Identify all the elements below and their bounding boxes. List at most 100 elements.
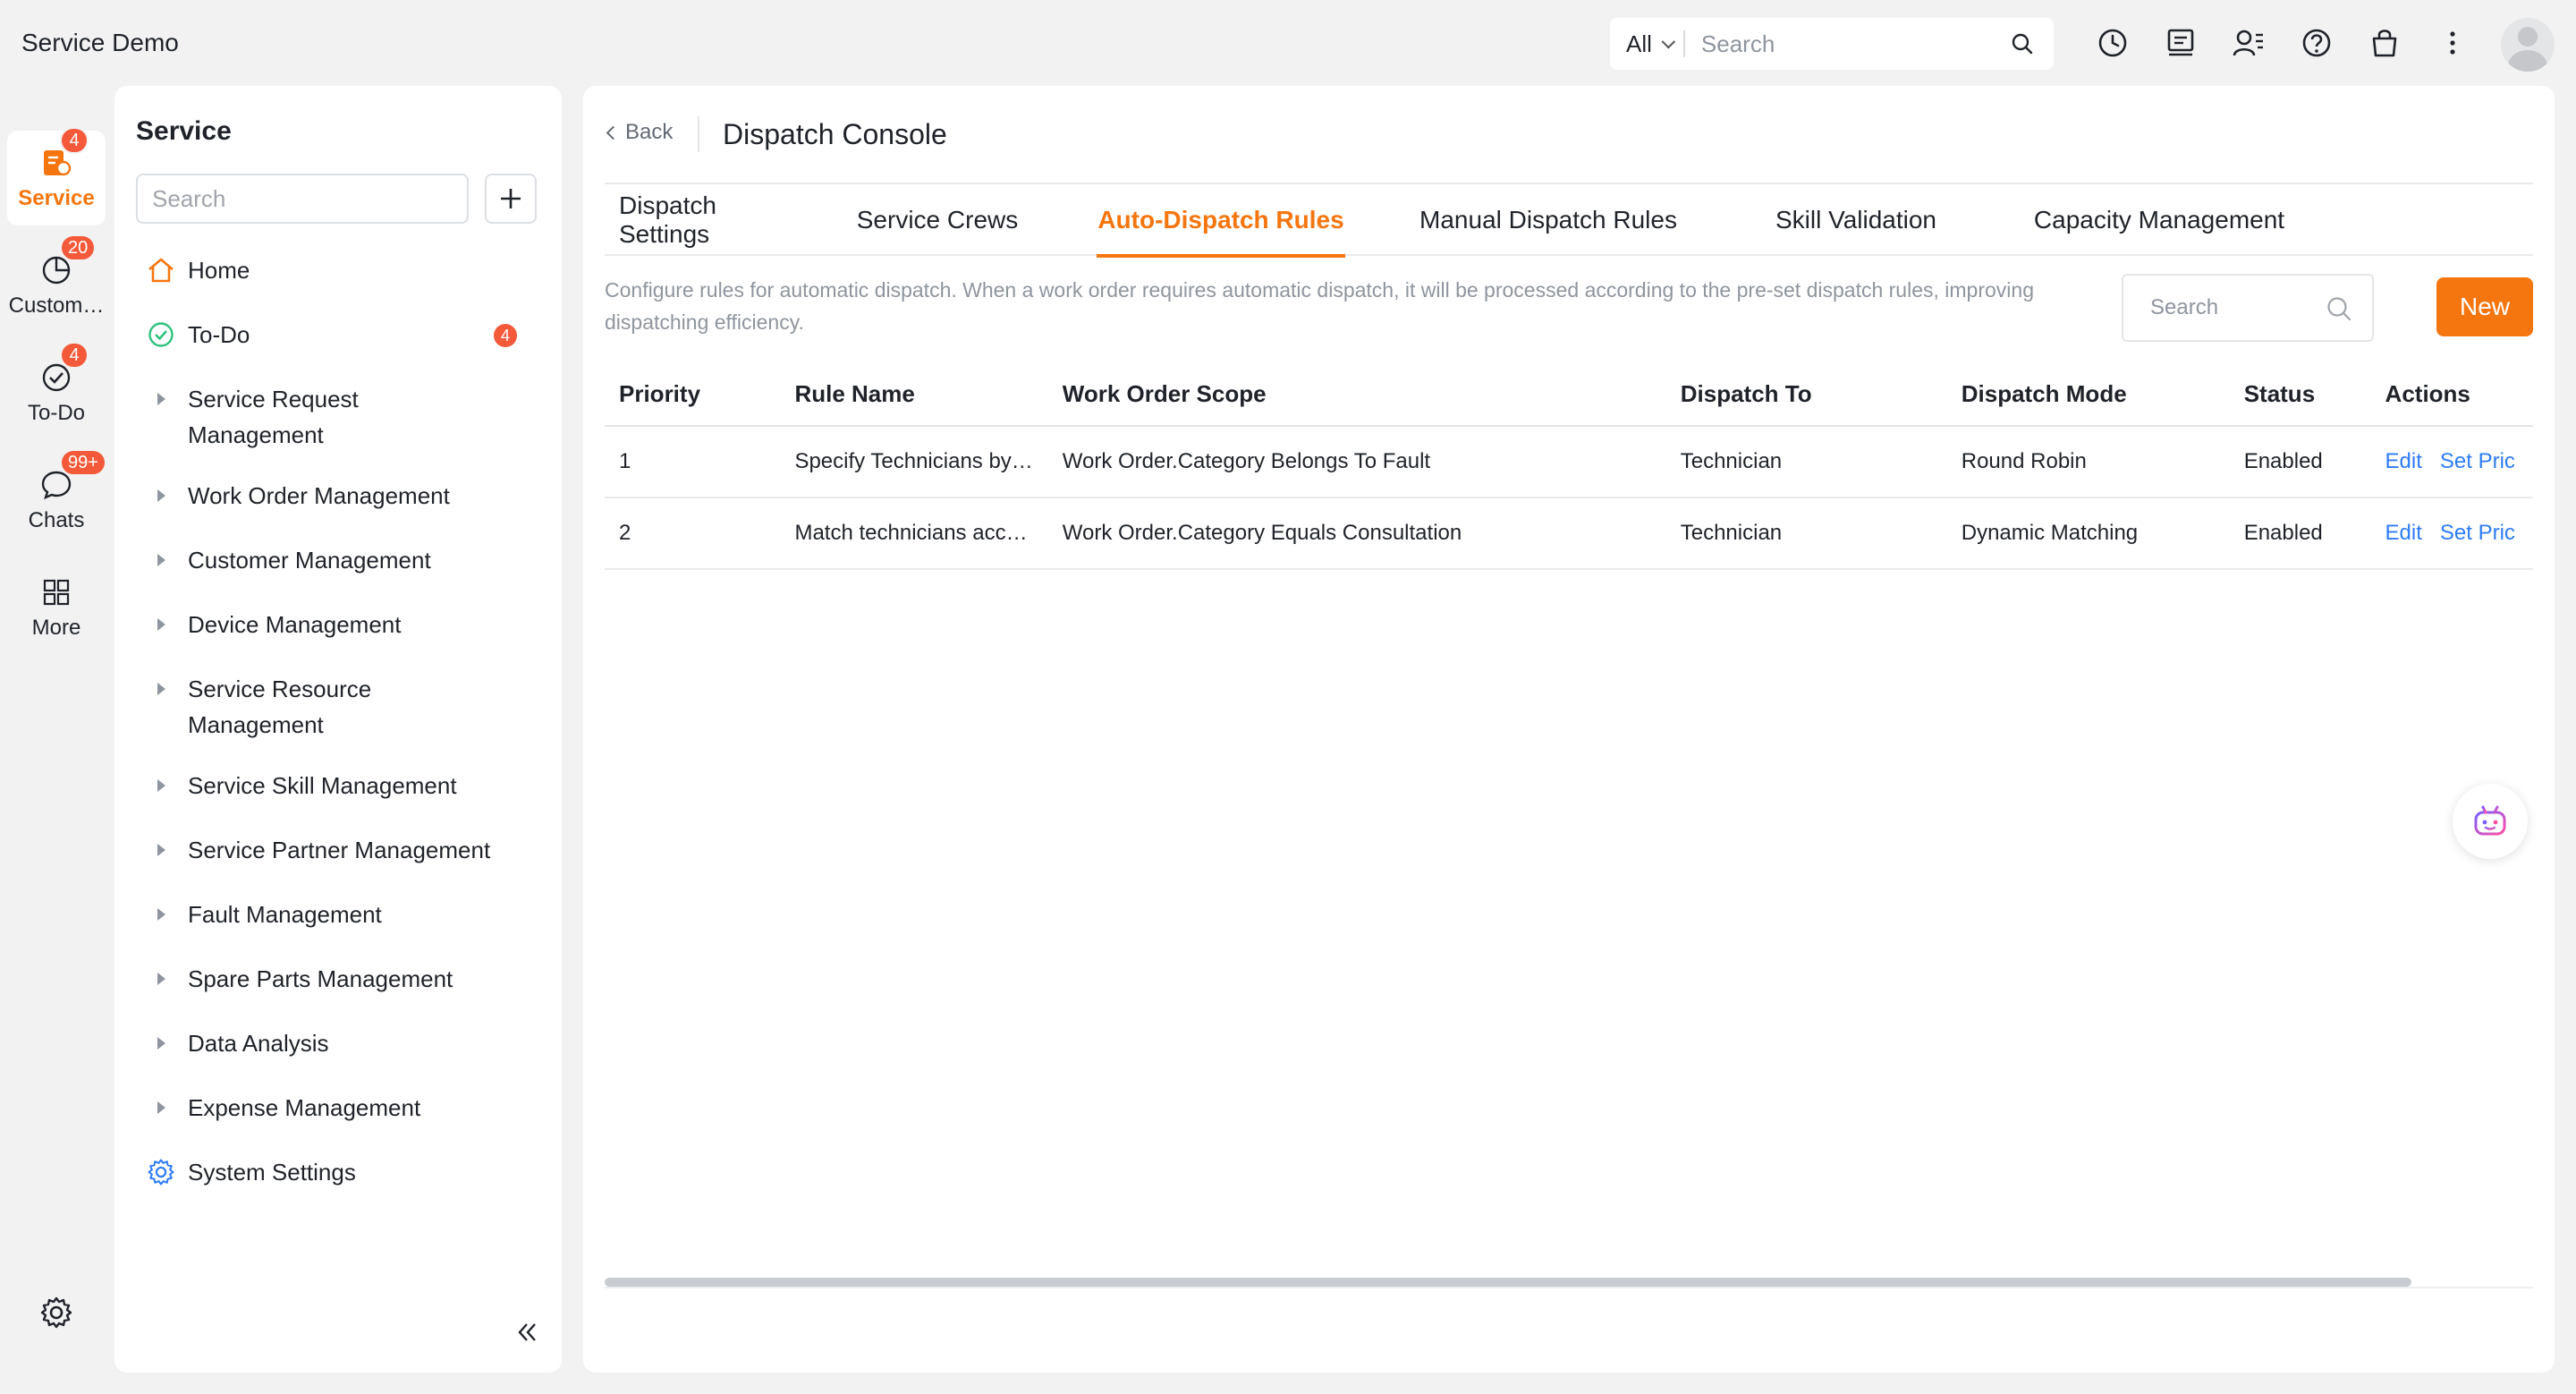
chevron-down-icon [1661, 34, 1676, 48]
search-scope-label: All [1626, 30, 1652, 57]
sidebar-item-fault-management[interactable]: Fault Management [145, 897, 538, 932]
tab-auto-dispatch-rules[interactable]: Auto-Dispatch Rules [1097, 184, 1345, 258]
sidebar-item-expense-management[interactable]: Expense Management [145, 1090, 538, 1126]
app-title: Service Demo [21, 29, 179, 56]
settings-gear-icon[interactable] [39, 1296, 73, 1334]
sidebar-item-work-order-management[interactable]: Work Order Management [145, 478, 538, 514]
column-header[interactable]: Status [2229, 363, 2371, 427]
new-rule-button[interactable]: New [2436, 277, 2533, 336]
bag-icon[interactable] [2365, 23, 2404, 63]
sidebar-item-label-line2: Management [188, 421, 324, 448]
column-header[interactable]: Actions [2370, 363, 2533, 427]
scope-cell: Work Order.Category Equals Consultation [1047, 497, 1666, 570]
header-divider [698, 116, 699, 152]
assistant-bot-icon[interactable] [2453, 784, 2528, 859]
column-header[interactable]: Dispatch To [1665, 363, 1947, 427]
table-row[interactable]: 2 Match technicians acc… Work Order.Cate… [605, 497, 2533, 570]
todo-count-badge: 4 [494, 324, 517, 347]
rail-item-more[interactable]: More [7, 560, 106, 655]
rail-label: Chats [28, 508, 85, 532]
notes-icon[interactable] [2161, 23, 2200, 63]
avatar[interactable] [2501, 18, 2555, 72]
sidebar-item-service-resource-management[interactable]: Service Resource Management [145, 671, 538, 743]
help-icon[interactable] [2297, 23, 2336, 63]
tab-manual-dispatch-rules[interactable]: Manual Dispatch Rules [1417, 184, 1680, 256]
gear-icon [145, 1154, 177, 1190]
table-row[interactable]: 1 Specify Technicians by… Work Order.Cat… [605, 426, 2533, 498]
tab-dispatch-settings[interactable]: Dispatch Settings [619, 184, 732, 256]
rail-label: Service [18, 186, 95, 210]
sidebar-item-service-request-management[interactable]: Service Request Management [145, 381, 538, 453]
more-vertical-icon[interactable] [2433, 23, 2472, 63]
sidebar-item-label: Home [188, 257, 250, 284]
rail-badge: 99+ [60, 449, 106, 476]
column-header[interactable]: Priority [605, 363, 781, 427]
caret-right-icon [145, 961, 177, 997]
check-circle-icon: 4 [38, 342, 89, 395]
global-search-input[interactable] [1684, 30, 1989, 58]
rail-item-customers[interactable]: 20 Custom… [7, 234, 106, 333]
set-priority-link[interactable]: Set Pric [2440, 521, 2515, 545]
sidebar-item-label: Service Skill Management [188, 772, 457, 799]
table-search [2122, 274, 2374, 342]
plus-icon [501, 189, 521, 208]
rail-item-todo[interactable]: 4 To-Do [7, 342, 106, 440]
back-label: Back [625, 120, 674, 144]
sidenav-search-input[interactable] [136, 174, 469, 224]
caret-right-icon [145, 542, 177, 578]
tab-capacity-management[interactable]: Capacity Management [2027, 184, 2292, 256]
set-priority-link[interactable]: Set Pric [2440, 449, 2515, 473]
sidebar-item-home[interactable]: Home [145, 252, 538, 288]
rail-label: To-Do [27, 401, 86, 425]
table-header-row: Priority Rule Name Work Order Scope Disp… [605, 363, 2533, 427]
search-icon[interactable] [2011, 32, 2034, 60]
search-icon[interactable] [2326, 295, 2352, 327]
contacts-icon[interactable] [2229, 23, 2268, 63]
column-header[interactable]: Work Order Scope [1047, 363, 1666, 427]
column-header[interactable]: Rule Name [780, 363, 1048, 427]
add-button[interactable] [485, 174, 537, 224]
caret-right-icon [145, 1090, 177, 1126]
app-rail: 4 Service 20 Custom… 4 To-Do 99+ Chats M… [0, 86, 113, 1394]
edit-link[interactable]: Edit [2385, 521, 2422, 545]
caret-right-icon [145, 671, 177, 707]
edit-link[interactable]: Edit [2385, 449, 2422, 473]
collapse-sidebar-icon[interactable] [515, 1321, 540, 1348]
sidebar-item-device-management[interactable]: Device Management [145, 607, 538, 642]
top-toolbar [2093, 23, 2472, 63]
side-nav: Service Home To-Do 4 Service Request Mana… [114, 86, 562, 1373]
todo-check-icon [145, 317, 177, 353]
description-text: Configure rules for automatic dispatch. … [605, 278, 2034, 334]
chat-icon: 99+ [38, 449, 106, 503]
sidebar-item-service-skill-management[interactable]: Service Skill Management [145, 768, 538, 803]
rail-item-chats[interactable]: 99+ Chats [7, 449, 106, 548]
tab-bar: Dispatch Settings Service Crews Auto-Dis… [605, 184, 2533, 258]
caret-right-icon [145, 768, 177, 803]
sidebar-item-label-line2: Management [188, 711, 324, 738]
sidebar-item-label: Customer Management [188, 547, 431, 574]
chevron-left-icon [606, 125, 621, 140]
rail-item-service[interactable]: 4 Service [7, 127, 106, 225]
table-search-input[interactable] [2123, 295, 2320, 320]
horizontal-scrollbar[interactable] [605, 1274, 2533, 1288]
sidebar-item-label: Service Request [188, 386, 359, 412]
rail-label: More [31, 616, 81, 640]
sidebar-item-service-partner-management[interactable]: Service Partner Management [145, 832, 538, 868]
sidebar-item-data-analysis[interactable]: Data Analysis [145, 1025, 538, 1061]
column-header[interactable]: Dispatch Mode [1946, 363, 2230, 427]
sidebar-item-label: Work Order Management [188, 482, 450, 509]
sidebar-item-todo[interactable]: To-Do 4 [145, 317, 538, 353]
sidebar-item-spare-parts-management[interactable]: Spare Parts Management [145, 961, 538, 997]
sidebar-item-system-settings[interactable]: System Settings [145, 1154, 538, 1190]
dispatch-to-cell: Technician [1665, 497, 1947, 570]
search-scope-select[interactable]: All [1610, 30, 1685, 57]
sidebar-item-customer-management[interactable]: Customer Management [145, 542, 538, 578]
sidebar-item-label: Service Partner Management [188, 837, 491, 863]
tab-service-crews[interactable]: Service Crews [855, 184, 1020, 256]
scrollbar-thumb[interactable] [605, 1278, 2411, 1287]
sidebar-item-label: System Settings [188, 1159, 356, 1186]
tab-skill-validation[interactable]: Skill Validation [1750, 184, 1962, 256]
back-link[interactable]: Back [606, 120, 674, 145]
sidebar-item-label: Device Management [188, 611, 402, 638]
history-icon[interactable] [2093, 23, 2132, 63]
